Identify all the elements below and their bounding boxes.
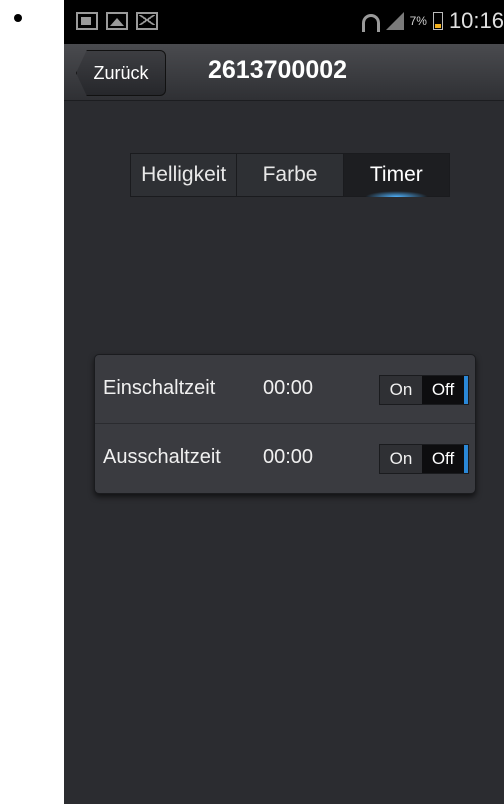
tab-color[interactable]: Farbe <box>237 154 344 196</box>
clock: 10:16 <box>448 8 504 33</box>
on-off-toggle[interactable]: On Off <box>379 375 469 405</box>
timer-row-label: Ausschaltzeit <box>103 446 221 468</box>
battery-icon <box>432 12 443 30</box>
sim-card-icon <box>76 12 98 30</box>
status-right: 7% 10:16 <box>361 8 504 34</box>
mail-icon <box>136 12 158 30</box>
phone-screen: 7% 10:16 Zurück 2613700002 Helligkeit Fa… <box>64 0 504 804</box>
wifi-icon <box>361 12 380 32</box>
battery-percent: 7% <box>409 14 427 28</box>
tab-bar: Helligkeit Farbe Timer <box>130 153 450 197</box>
timer-row-label: Einschaltzeit <box>103 377 216 399</box>
tab-timer[interactable]: Timer <box>343 154 449 197</box>
timer-row-off: Ausschaltzeit 00:00 On Off <box>95 424 475 492</box>
tab-brightness[interactable]: Helligkeit <box>131 154 238 196</box>
signal-icon <box>385 12 404 30</box>
toggle-on-button[interactable]: On <box>380 376 422 404</box>
timer-time-value[interactable]: 00:00 <box>263 377 313 400</box>
timer-time-value[interactable]: 00:00 <box>263 446 313 469</box>
notification-icons <box>76 12 158 30</box>
gallery-icon <box>106 12 128 30</box>
timer-row-on: Einschaltzeit 00:00 On Off <box>95 355 475 424</box>
list-bullet <box>14 14 22 22</box>
timer-panel: Einschaltzeit 00:00 On Off Ausschaltzeit… <box>94 354 476 494</box>
status-bar: 7% 10:16 <box>64 0 504 44</box>
toggle-off-button[interactable]: Off <box>422 376 468 404</box>
on-off-toggle[interactable]: On Off <box>379 444 469 474</box>
title-bar: Zurück 2613700002 <box>64 44 504 101</box>
page-title: 2613700002 <box>208 56 348 84</box>
toggle-on-button[interactable]: On <box>380 445 422 473</box>
back-button[interactable]: Zurück <box>76 50 166 96</box>
toggle-off-button[interactable]: Off <box>422 445 468 473</box>
